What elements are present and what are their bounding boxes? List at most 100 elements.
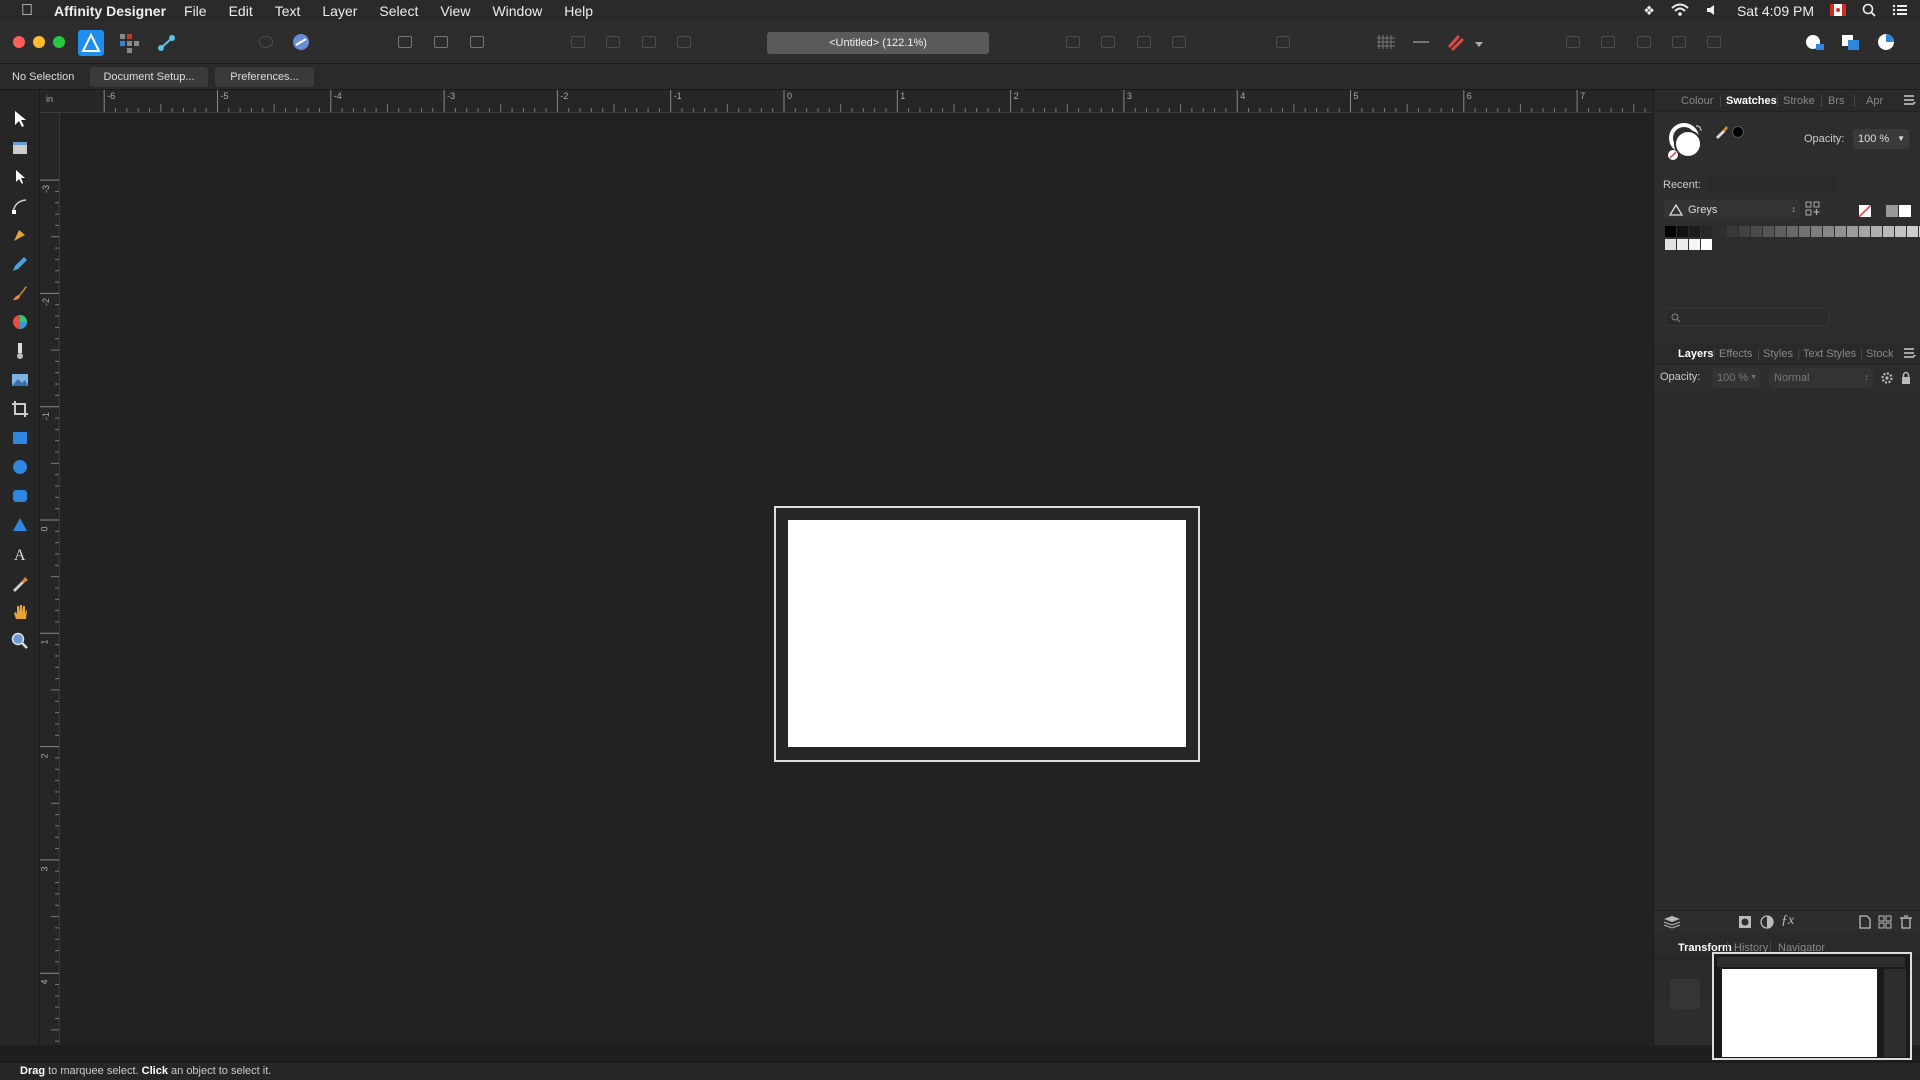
grey-swatch[interactable] <box>1871 226 1882 237</box>
horizontal-ruler[interactable]: in -6 -5 -4 -3 -2 -1 0 1 2 3 4 5 6 7 <box>40 90 1653 113</box>
grey-swatch[interactable] <box>1727 226 1738 237</box>
insert-top-icon[interactable] <box>464 31 490 53</box>
swatch-search-input[interactable] <box>1665 308 1829 326</box>
grey-swatch[interactable] <box>1883 226 1894 237</box>
canvas[interactable] <box>60 113 1653 1045</box>
clock[interactable]: Sat 4:09 PM <box>1737 3 1814 19</box>
flip-vertical-icon[interactable] <box>1095 31 1121 53</box>
assistant-options-button[interactable] <box>253 31 279 53</box>
wifi-icon[interactable] <box>1671 3 1689 20</box>
volume-icon[interactable] <box>1705 3 1721 20</box>
layer-fx-icon[interactable]: ƒx <box>1781 913 1794 929</box>
tab-swatches[interactable]: Swatches <box>1726 95 1777 107</box>
layer-opacity-field[interactable]: 100 % ▼ <box>1712 368 1760 388</box>
menu-edit[interactable]: Edit <box>225 3 257 19</box>
place-image-tool-icon[interactable] <box>10 370 30 390</box>
layer-lock-icon[interactable] <box>1900 371 1912 388</box>
grey-swatch[interactable] <box>1895 226 1906 237</box>
grey-swatch[interactable] <box>1689 239 1700 250</box>
insert-behind-icon[interactable] <box>428 31 454 53</box>
grey-swatch[interactable] <box>1775 226 1786 237</box>
grey-swatch[interactable] <box>1715 226 1726 237</box>
zoom-window-button[interactable] <box>53 36 65 48</box>
menu-view[interactable]: View <box>436 3 474 19</box>
tab-styles[interactable]: Styles <box>1763 348 1793 360</box>
menu-window[interactable]: Window <box>488 3 546 19</box>
rectangle-tool-icon[interactable] <box>10 428 30 448</box>
grey-swatch[interactable] <box>1907 226 1918 237</box>
blend-mode-select[interactable]: Normal ↕ <box>1769 368 1873 388</box>
grey-swatch[interactable] <box>1689 226 1700 237</box>
layers-stack-icon[interactable] <box>1663 915 1681 932</box>
rotate-left-icon[interactable] <box>1131 31 1157 53</box>
grey-swatch[interactable] <box>1665 226 1676 237</box>
artboard-white-rectangle[interactable] <box>788 520 1186 747</box>
snapping-dropdown-chevron-down-icon[interactable] <box>1474 38 1484 52</box>
rotate-right-icon[interactable] <box>1166 31 1192 53</box>
recent-swatches-strip[interactable] <box>1706 177 1836 191</box>
document-title[interactable]: <Untitled> (122.1%) <box>767 32 989 54</box>
quick-fill-icon[interactable] <box>1802 31 1828 53</box>
palette-options-grid-icon[interactable] <box>1805 201 1821 220</box>
add-pixel-layer-icon[interactable] <box>1859 915 1871 932</box>
zoom-tool-icon[interactable] <box>10 631 30 651</box>
tab-brushes[interactable]: Brs <box>1828 95 1845 107</box>
rounded-rectangle-tool-icon[interactable] <box>10 486 30 506</box>
input-source-flag-icon[interactable] <box>1830 3 1846 19</box>
mask-layer-icon[interactable] <box>1738 915 1752 932</box>
arrange-backward-icon[interactable] <box>600 31 626 53</box>
menu-select[interactable]: Select <box>375 3 422 19</box>
tab-stroke[interactable]: Stroke <box>1783 95 1815 107</box>
ellipse-tool-icon[interactable] <box>10 457 30 477</box>
boolean-add-icon[interactable] <box>1560 31 1586 53</box>
bluetooth-icon[interactable]: ❖ <box>1643 3 1655 19</box>
palette-selector[interactable]: Greys ↕ <box>1664 200 1800 219</box>
vertical-ruler[interactable]: -3 -2 -1 0 1 2 3 4 <box>40 113 60 1045</box>
menu-layer[interactable]: Layer <box>318 3 361 19</box>
flip-horizontal-icon[interactable] <box>1060 31 1086 53</box>
apple-menu-icon[interactable]:  <box>0 2 54 20</box>
transform-anchor-icon[interactable] <box>1670 979 1700 1009</box>
grey-swatch[interactable] <box>1799 226 1810 237</box>
opacity-dropdown-chevron-down-icon[interactable]: ▼ <box>1897 129 1905 149</box>
grey-swatch[interactable] <box>1763 226 1774 237</box>
designer-persona-icon[interactable] <box>78 30 104 56</box>
grey-swatch[interactable] <box>1823 226 1834 237</box>
fill-stroke-well-icon[interactable] <box>1666 122 1706 165</box>
point-transform-tool-icon[interactable] <box>10 196 30 216</box>
grey-swatch[interactable] <box>1665 239 1676 250</box>
color-picker-tool-icon[interactable] <box>10 573 30 593</box>
menu-text[interactable]: Text <box>271 3 305 19</box>
boolean-xor-icon[interactable] <box>1666 31 1692 53</box>
add-group-icon[interactable] <box>1878 915 1892 932</box>
grey-swatch[interactable] <box>1787 226 1798 237</box>
grey-swatch[interactable] <box>1847 226 1858 237</box>
tab-stock[interactable]: Stock <box>1866 348 1894 360</box>
menu-file[interactable]: File <box>180 3 211 19</box>
tab-colour[interactable]: Colour <box>1681 95 1713 107</box>
transparency-tool-icon[interactable] <box>10 341 30 361</box>
grey-swatch[interactable] <box>1739 226 1750 237</box>
vector-brush-tool-icon[interactable] <box>10 283 30 303</box>
document-setup-button[interactable]: Document Setup... <box>90 67 208 87</box>
quick-stroke-icon[interactable] <box>1837 31 1863 53</box>
hand-tool-icon[interactable] <box>10 602 30 622</box>
move-tool-icon[interactable] <box>10 109 30 129</box>
node-tool-icon[interactable] <box>10 167 30 187</box>
layers-panel-menu-icon[interactable] <box>1903 347 1917 362</box>
grey-swatch[interactable] <box>1811 226 1822 237</box>
context-toolbar-toggle-icon[interactable] <box>1873 31 1899 53</box>
notification-center-icon[interactable] <box>1892 3 1908 20</box>
snapping-toggle-icon[interactable] <box>288 31 314 53</box>
snap-to-grid-icon[interactable] <box>1408 31 1434 53</box>
boolean-intersect-icon[interactable] <box>1631 31 1657 53</box>
spotlight-search-icon[interactable] <box>1862 3 1876 20</box>
minimize-window-button[interactable] <box>33 36 45 48</box>
fill-tool-icon[interactable] <box>10 312 30 332</box>
delete-layer-trash-icon[interactable] <box>1900 915 1912 932</box>
tab-text-styles[interactable]: Text Styles <box>1803 348 1856 360</box>
pixel-persona-icon[interactable] <box>118 32 140 54</box>
pen-tool-icon[interactable] <box>10 225 30 245</box>
grey-swatch[interactable] <box>1677 239 1688 250</box>
artboard-tool-icon[interactable] <box>10 138 30 158</box>
